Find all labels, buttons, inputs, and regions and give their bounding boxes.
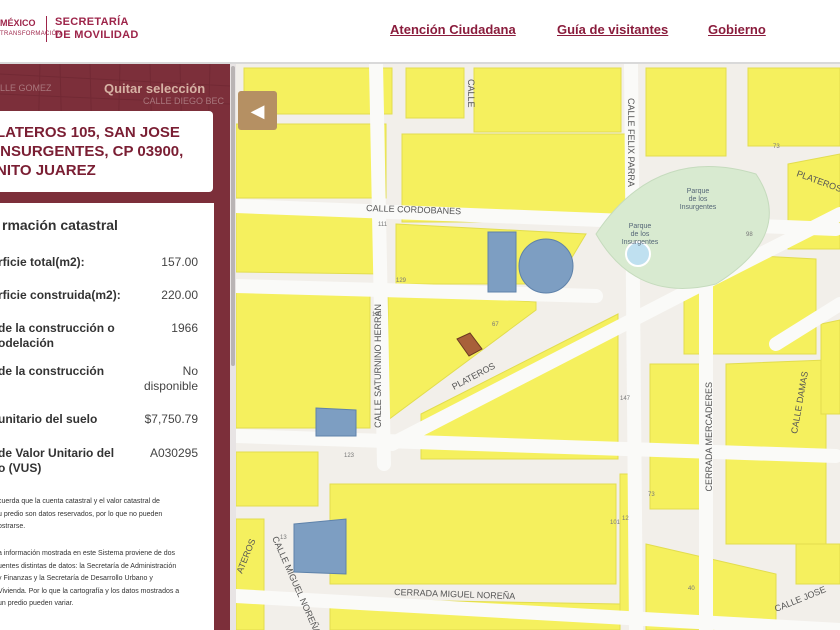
total-area-label: rficie total(m2): <box>0 255 85 269</box>
lot-number: 73 <box>648 492 655 498</box>
built-area-value: 220.00 <box>161 288 198 302</box>
map-canvas[interactable]: CALLE CORDOBANES CALLE FELIX PARRA CALLE… <box>236 64 840 630</box>
parcel <box>315 407 357 437</box>
vus-value: A030295 <box>149 446 198 460</box>
property-info-panel: LLE GOMEZ CALLE DIEGO BEC Quitar selecci… <box>0 64 230 630</box>
collapse-panel-button[interactable]: ◀ <box>238 91 277 130</box>
logo-mexico-subtext: TRANSFORMACIÓN <box>0 31 62 37</box>
property-address: LATEROS 105, SAN JOSE INSURGENTES, CP 03… <box>0 124 184 179</box>
lot-number: 101 <box>610 520 621 526</box>
lot-number: 121 <box>372 312 383 318</box>
lot-number: 40 <box>688 586 695 592</box>
clear-selection-button[interactable]: Quitar selección <box>104 81 205 96</box>
cadastral-info-title: rmación catastral <box>2 217 118 233</box>
logo-divider <box>46 16 47 42</box>
chevron-left-icon: ◀ <box>250 100 265 121</box>
parcel <box>487 231 517 293</box>
construction-year-value: 1966 <box>171 321 198 335</box>
lot-number: 111 <box>378 222 388 228</box>
street-label: CALLE SATURNINO HERRAN <box>373 304 383 428</box>
parcel <box>293 518 347 575</box>
construction-use-label: de la construcción <box>0 364 105 378</box>
vus-label: de Valor Unitario del o (VUS) <box>0 446 115 475</box>
nav-gobierno[interactable]: Gobierno <box>708 22 766 37</box>
lot-number: 98 <box>746 232 753 238</box>
nav-atencion-ciudadana[interactable]: Atención Ciudadana <box>390 22 516 37</box>
lot-number: 13 <box>280 535 287 541</box>
cadastral-info-card: rmación catastral rficie total(m2): 157.… <box>0 203 214 630</box>
lot-number: 12 <box>622 516 629 522</box>
lot-number: 67 <box>492 322 499 328</box>
land-unit-value-label: unitario del suelo <box>0 412 98 426</box>
nav-guia-visitantes[interactable]: Guía de visitantes <box>557 22 668 37</box>
construction-year-label: de la construcción o odelación <box>0 321 115 350</box>
total-area-value: 157.00 <box>161 255 198 269</box>
lot-number: 147 <box>620 396 631 402</box>
built-area-label: rficie construida(m2): <box>0 288 121 302</box>
street-label: CERRADA MERCADERES <box>704 382 714 492</box>
scrollbar-thumb[interactable] <box>231 66 235 366</box>
lot-number: 123 <box>344 453 355 459</box>
parcel <box>518 238 574 294</box>
logo-secretaria[interactable]: SECRETARÍA DE MOVILIDAD <box>55 16 139 42</box>
data-source-note: a información mostrada en este Sistema p… <box>0 550 180 607</box>
privacy-note: cuerda que la cuenta catastral y el valo… <box>0 498 163 530</box>
app-header: MÉXICO TRANSFORMACIÓN SECRETARÍA DE MOVI… <box>0 0 840 64</box>
panel-street-label: LLE GOMEZ <box>0 83 52 93</box>
street-label: CALLE <box>466 79 476 108</box>
construction-use-value: No disponible <box>143 364 198 393</box>
lot-number: 129 <box>396 278 407 284</box>
lot-number: 73 <box>773 144 780 150</box>
street-label: CALLE FELIX PARRA <box>626 98 636 187</box>
land-unit-value: $7,750.79 <box>144 412 198 426</box>
logo-mexico[interactable]: MÉXICO TRANSFORMACIÓN <box>0 18 61 40</box>
logo-mexico-text: MÉXICO <box>0 18 36 28</box>
address-card: LATEROS 105, SAN JOSE INSURGENTES, CP 03… <box>0 111 213 192</box>
panel-street-label: CALLE DIEGO BEC <box>143 96 225 106</box>
